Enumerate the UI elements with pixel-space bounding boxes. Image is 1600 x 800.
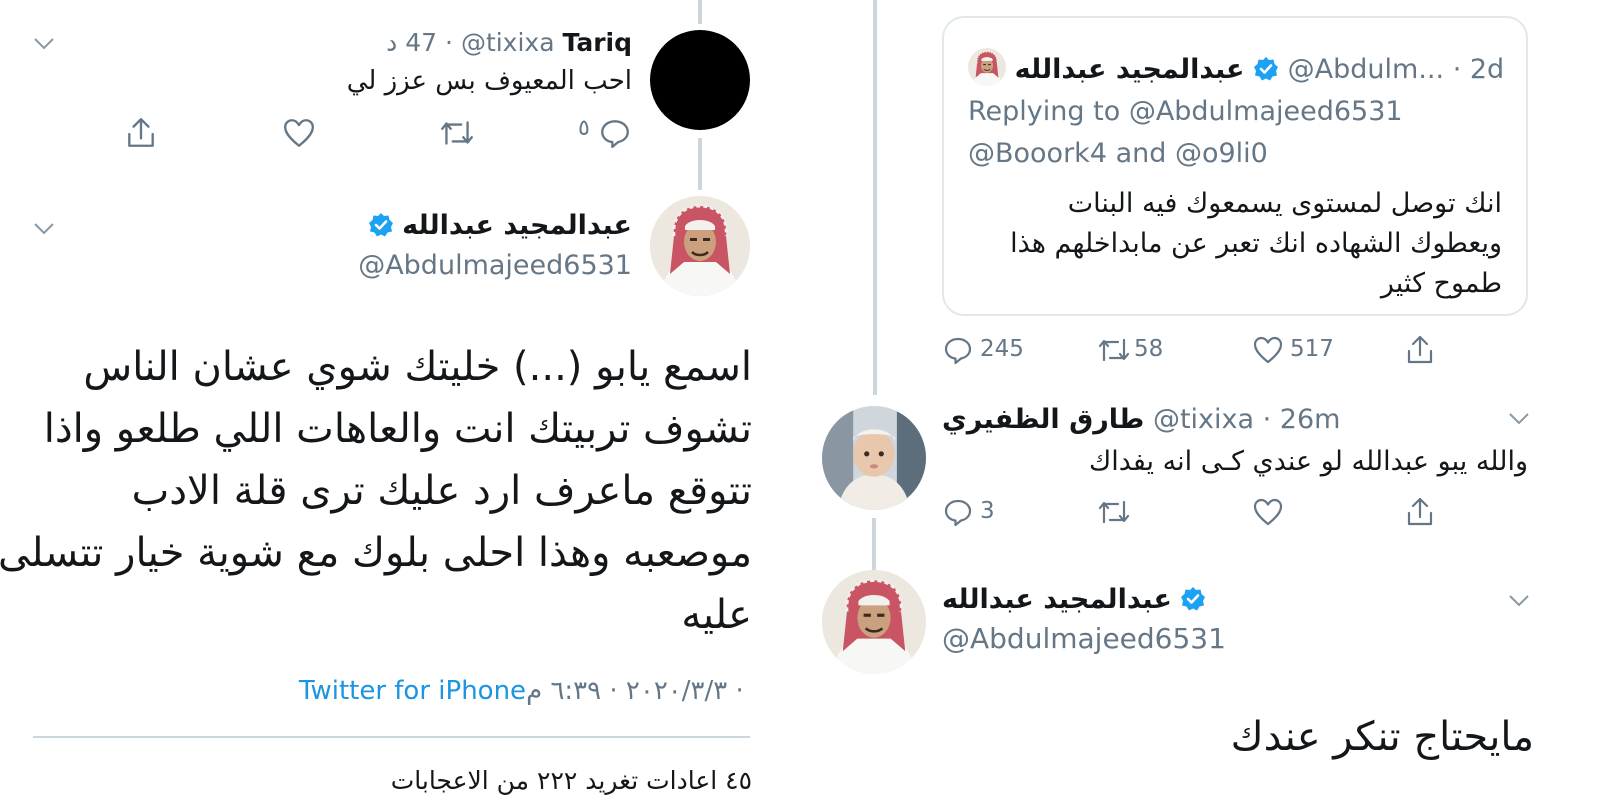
quoted-line: طموح كثير: [1380, 268, 1502, 299]
avatar[interactable]: [822, 570, 926, 674]
reply-count: 3: [980, 498, 995, 524]
quoted-time: · 2d: [1452, 54, 1505, 85]
thread-line: [872, 518, 876, 570]
quoted-line: ويعطوك الشهاده انك تعبر عن مابداخلهم هذا: [1010, 228, 1502, 259]
like-icon[interactable]: [1252, 334, 1284, 366]
tweet-line: اسمع يابو (...) خليتك شوي عشان الناس: [83, 344, 752, 390]
final-tweet-text: مايحتاج تنكر عندك: [1230, 714, 1534, 760]
share-icon[interactable]: [124, 116, 158, 150]
quoted-header: عبدالمجيد عبدالله @Abdulm... · 2d: [968, 48, 1504, 86]
verified-badge-icon: [1253, 56, 1279, 82]
reply-icon[interactable]: [942, 334, 974, 366]
reply-count: 245: [980, 336, 1024, 362]
avatar[interactable]: [968, 48, 1006, 86]
tweet-line: عليه: [681, 592, 752, 638]
reply-text: احب المعيوف بس عزز لي: [346, 66, 632, 96]
reply-name[interactable]: Tariq: [563, 28, 633, 57]
replying-handle[interactable]: @Abdulmajeed6531: [1129, 96, 1403, 127]
replying-label: Replying to: [968, 96, 1121, 127]
reply-name[interactable]: طارق الظفيري: [942, 404, 1144, 435]
tweet-stats[interactable]: ٤٥ اعادات تغريد ٢٢٢ من الاعجابات: [391, 766, 752, 795]
final-author[interactable]: عبدالمجيد عبدالله: [942, 584, 1206, 615]
chevron-down-icon[interactable]: [33, 222, 55, 236]
reply-icon[interactable]: [942, 496, 974, 528]
thread-line: [698, 138, 702, 190]
reply-header: 47 د · @tixixa Tariq: [386, 28, 632, 57]
reply-time: · 26m: [1262, 404, 1341, 435]
like-icon[interactable]: [1252, 496, 1284, 528]
reply-text: والله يبو عبدالله لو عندي كـى انه يفداك: [1088, 446, 1528, 477]
main-handle[interactable]: @Abdulmajeed6531: [358, 250, 632, 281]
quoted-text: انك توصل لمستوى يسمعوك فيه البنات ويعطوك…: [1010, 184, 1502, 304]
final-handle[interactable]: @Abdulmajeed6531: [942, 622, 1226, 655]
verified-badge-icon: [368, 212, 394, 238]
tweet-timestamp: · ٢٠٢٠/٣/٣ · ٦:٣٩ م: [526, 676, 752, 706]
final-name: عبدالمجيد عبدالله: [942, 584, 1172, 615]
like-icon[interactable]: [282, 116, 316, 150]
retweet-icon[interactable]: [1096, 334, 1132, 366]
avatar[interactable]: [650, 196, 750, 296]
avatar[interactable]: [650, 30, 750, 130]
reply-handle[interactable]: @tixixa: [1153, 404, 1254, 435]
divider: [33, 736, 750, 738]
reply-handle[interactable]: @tixixa: [461, 28, 555, 57]
panel-separator: [873, 0, 877, 395]
main-author[interactable]: عبدالمجيد عبدالله: [368, 210, 632, 241]
like-count: 517: [1290, 336, 1334, 362]
tweet-line: تتوقع ماعرف ارد عليك ترى قلة الادب: [131, 468, 752, 514]
thread-line-top: [698, 0, 702, 24]
dot-separator: ·: [445, 28, 453, 57]
tweet-meta: Twitter for iPhone · ٢٠٢٠/٣/٣ · ٦:٣٩ م: [299, 676, 752, 706]
quoted-line: انك توصل لمستوى يسمعوك فيه البنات: [1067, 188, 1502, 219]
replying-others[interactable]: @Booork4 and @o9li0: [968, 138, 1268, 169]
main-tweet-text: اسمع يابو (...) خليتك شوي عشان الناس تشو…: [0, 336, 752, 646]
replying-to: Replying to @Abdulmajeed6531: [968, 96, 1403, 127]
share-icon[interactable]: [1404, 334, 1436, 366]
reply-icon[interactable]: [598, 116, 632, 150]
tweet-line: موصعبه وهذا احلى بلوك مع شوية خيار تتسلى: [0, 530, 752, 576]
reply-time: 47 د: [386, 28, 438, 57]
tweet-line: تشوف تربيتك انت والعاهات اللي طلعو واذا: [43, 406, 752, 452]
reply-count: ٥: [578, 116, 590, 141]
quoted-handle[interactable]: @Abdulm...: [1288, 54, 1444, 85]
retweet-icon[interactable]: [438, 116, 476, 150]
share-icon[interactable]: [1404, 496, 1436, 528]
reply-header: طارق الظفيري @tixixa · 26m: [942, 404, 1340, 435]
source-link[interactable]: Twitter for iPhone: [299, 676, 526, 706]
quoted-tweet-card[interactable]: عبدالمجيد عبدالله @Abdulm... · 2d Replyi…: [942, 16, 1528, 316]
main-name: عبدالمجيد عبدالله: [402, 210, 632, 241]
quoted-name[interactable]: عبدالمجيد عبدالله: [1015, 54, 1245, 85]
retweet-icon[interactable]: [1096, 496, 1132, 528]
retweet-count: 58: [1134, 336, 1164, 362]
avatar[interactable]: [822, 406, 926, 510]
verified-badge-icon: [1180, 586, 1206, 612]
chevron-down-icon[interactable]: [33, 37, 55, 51]
chevron-down-icon[interactable]: [1508, 412, 1530, 426]
chevron-down-icon[interactable]: [1508, 594, 1530, 608]
